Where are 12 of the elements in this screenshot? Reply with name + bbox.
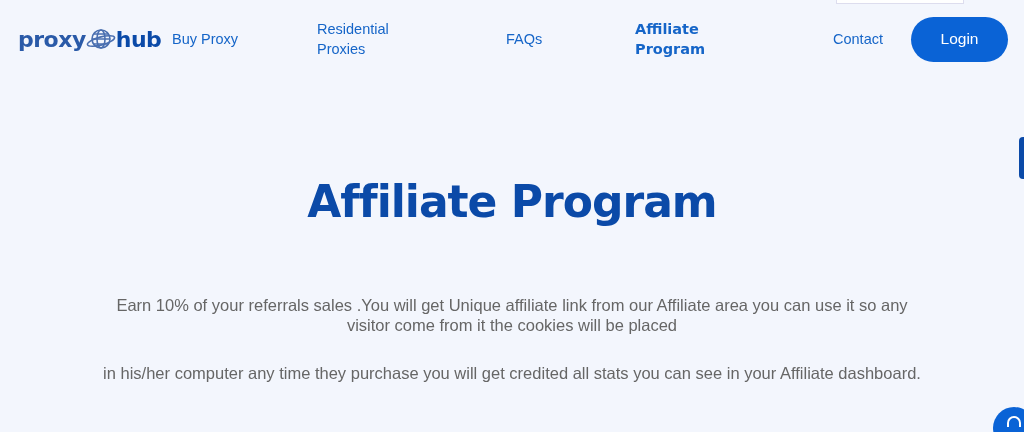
nav-link[interactable]: Buy Proxy xyxy=(172,29,317,49)
nav-link[interactable]: FAQs xyxy=(506,29,635,49)
paragraph: in his/her computer any time they purchase you will get credited all stats you can see in your Affiliate dashboard. xyxy=(102,363,922,383)
headset-icon xyxy=(1006,415,1022,429)
nav-link[interactable]: Contact xyxy=(833,29,911,49)
nav-link[interactable]: Residential Proxies xyxy=(317,19,506,59)
globe-icon xyxy=(85,27,116,51)
paragraph: Earn 10% of your referrals sales .You will get Unique affiliate link from our Affiliate area you can use it so any visitor come from it the cookies will be placed xyxy=(115,295,909,335)
logo[interactable]: proxy hub xyxy=(18,26,172,52)
nav-link[interactable]: Affiliate Program xyxy=(635,19,833,59)
page-title: Affiliate Program xyxy=(306,176,718,227)
login-button[interactable]: Login xyxy=(911,16,1008,62)
